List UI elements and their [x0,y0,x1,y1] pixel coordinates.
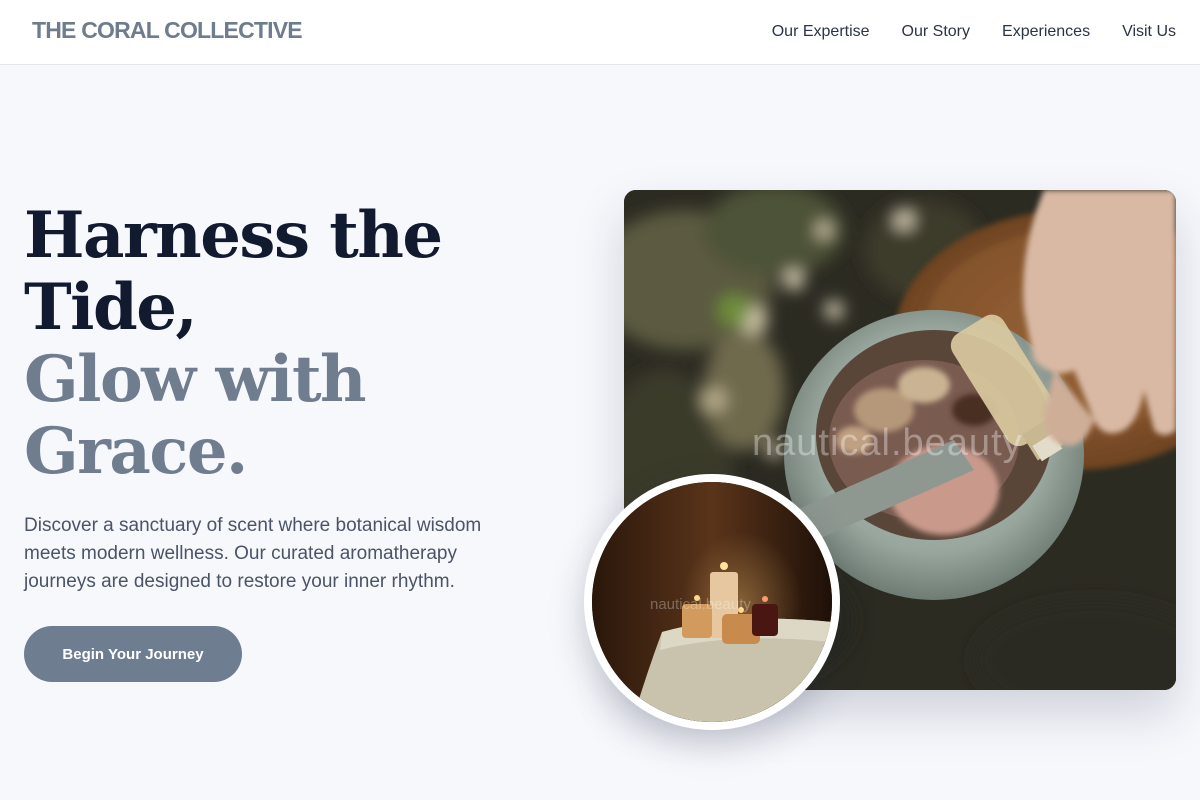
begin-journey-button[interactable]: Begin Your Journey [24,626,242,682]
nav-link-our-story[interactable]: Our Story [902,23,970,41]
main-nav: Our Expertise Our Story Experiences Visi… [772,0,1176,64]
photo-watermark: nautical.beauty [752,422,1023,464]
nav-link-experiences[interactable]: Experiences [1002,23,1090,41]
headline-line-3: Glow with [24,342,367,417]
nav-link-visit-us[interactable]: Visit Us [1122,23,1176,41]
site-header: THE CORAL COLLECTIVE Our Expertise Our S… [0,0,1200,65]
hero-description: Discover a sanctuary of scent where bota… [24,515,482,592]
nav-link-our-expertise[interactable]: Our Expertise [772,23,870,41]
inset-watermark: nautical.beauty [650,596,751,613]
headline-line-4: Grace. [24,414,248,489]
candles-inset-photo: nautical.beauty [584,474,840,730]
headline-line-2: Tide, [24,270,198,345]
brand-logo[interactable]: THE CORAL COLLECTIVE [32,17,303,44]
hero-headline: Harness the Tide, Glow with Grace. [24,200,544,488]
headline-line-1: Harness the [24,198,443,273]
